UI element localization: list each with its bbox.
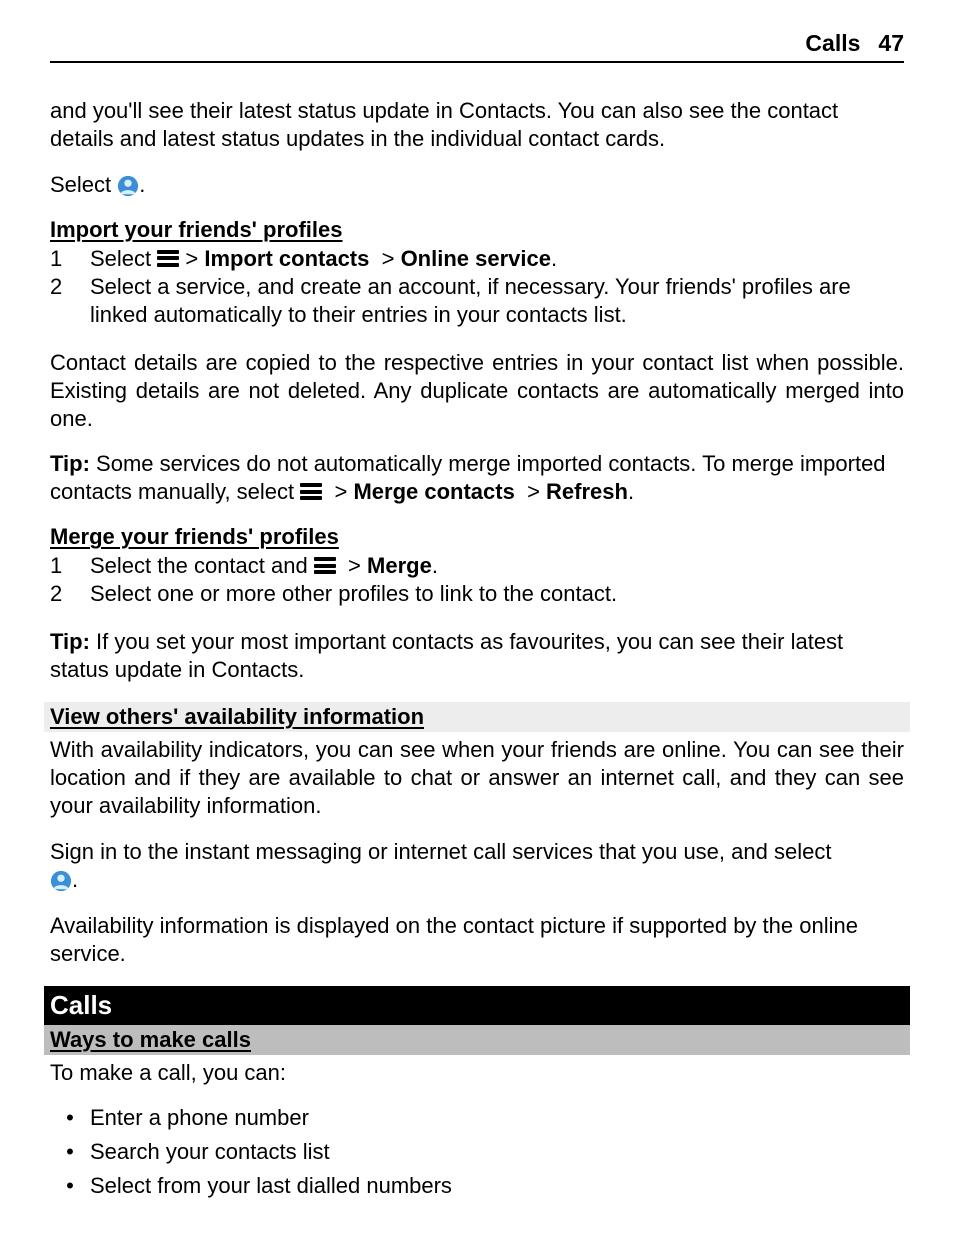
import-step-2: 2 Select a service, and create an accoun… [50,273,904,329]
menu-path: Merge contacts [353,479,514,504]
select-line: Select . [50,171,904,199]
tip-1: Tip: Some services do not automatically … [50,450,904,506]
menu-path: Refresh [546,479,628,504]
import-note: Contact details are copied to the respec… [50,349,904,433]
menu-path: Online service [401,246,551,271]
header-section: Calls [805,30,860,56]
contacts-icon [50,870,72,892]
import-step-1: 1 Select > Import contacts > Online serv… [50,245,904,273]
merge-step-2: 2 Select one or more other profiles to l… [50,580,904,608]
tip-label: Tip: [50,629,90,654]
step-text: Select [90,246,157,271]
availability-p3: Availability information is displayed on… [50,912,904,968]
bullet-text: Enter a phone number [90,1101,904,1135]
bullet-dot: • [50,1169,90,1203]
list-item: • Enter a phone number [50,1101,904,1135]
tip-label: Tip: [50,451,90,476]
calls-intro: To make a call, you can: [50,1059,904,1087]
menu-path: Merge [367,553,432,578]
contacts-icon [117,175,139,197]
step-text: Select the contact and [90,553,314,578]
menu-icon [314,555,336,577]
merge-steps: 1 Select the contact and > Merge. 2 Sele… [50,552,904,608]
bullet-dot: • [50,1101,90,1135]
page: Calls 47 and you'll see their latest stat… [0,0,954,1258]
availability-p2-text: Sign in to the instant messaging or inte… [50,839,831,864]
bullet-dot: • [50,1135,90,1169]
calls-chapter-heading: Calls [44,986,910,1025]
availability-heading: View others' availability information [44,702,910,732]
step-number: 2 [50,273,90,301]
list-item: • Search your contacts list [50,1135,904,1169]
header-page-number: 47 [878,30,904,56]
import-steps: 1 Select > Import contacts > Online serv… [50,245,904,329]
step-number: 2 [50,580,90,608]
list-item: • Select from your last dialled numbers [50,1169,904,1203]
tip-2: Tip: If you set your most important cont… [50,628,904,684]
calls-subheading: Ways to make calls [44,1025,910,1055]
bullet-text: Select from your last dialled numbers [90,1169,904,1203]
availability-p2: Sign in to the instant messaging or inte… [50,838,904,894]
select-prefix: Select [50,172,117,197]
bullet-text: Search your contacts list [90,1135,904,1169]
merge-heading: Merge your friends' profiles [50,524,904,550]
step-number: 1 [50,245,90,273]
menu-path: Import contacts [204,246,369,271]
step-number: 1 [50,552,90,580]
tip-text: If you set your most important contacts … [50,629,843,682]
menu-icon [157,247,179,269]
calls-bullet-list: • Enter a phone number • Search your con… [50,1101,904,1203]
intro-paragraph: and you'll see their latest status updat… [50,97,904,153]
page-header: Calls 47 [50,30,904,63]
step-text: Select a service, and create an account,… [90,273,904,329]
step-text: Select one or more other profiles to lin… [90,580,904,608]
availability-p1: With availability indicators, you can se… [50,736,904,820]
merge-step-1: 1 Select the contact and > Merge. [50,552,904,580]
import-heading: Import your friends' profiles [50,217,904,243]
menu-icon [300,481,322,503]
